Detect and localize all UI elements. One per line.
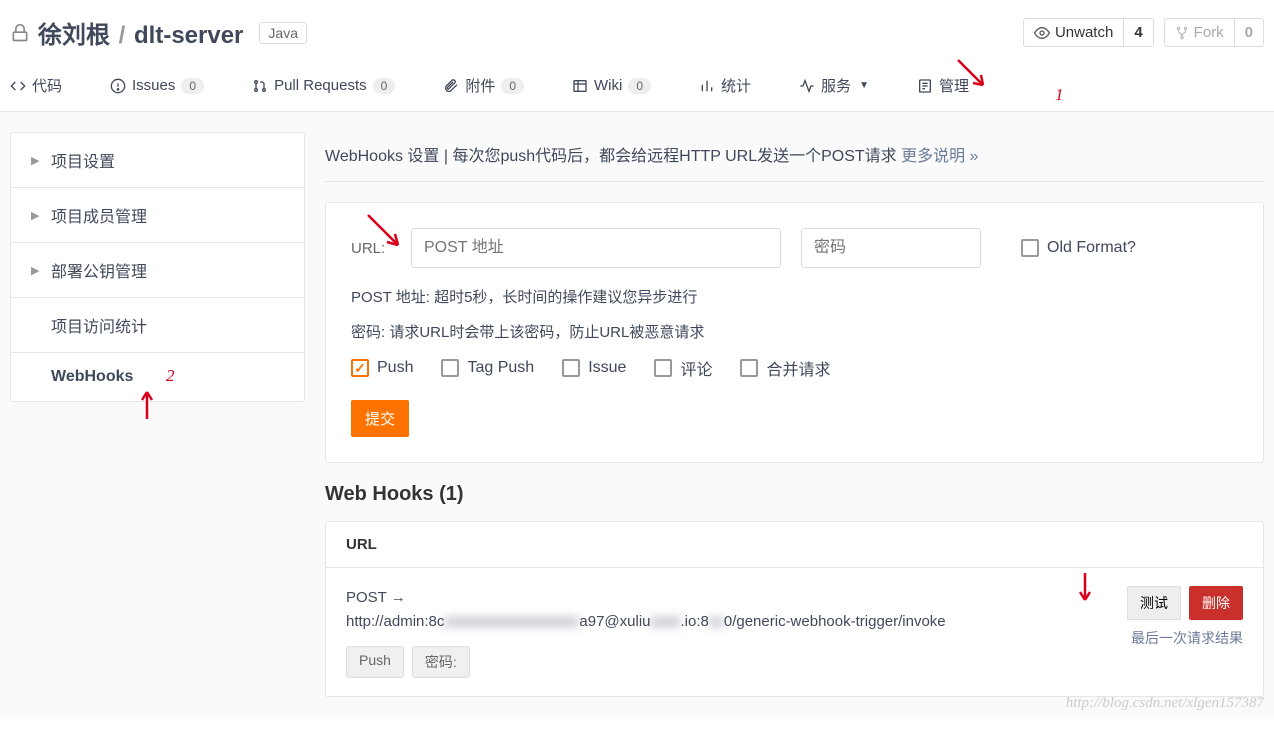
caret-right-icon: ▶ [31,154,41,167]
unwatch-button[interactable]: Unwatch 4 [1023,18,1154,47]
attach-count: 0 [501,78,524,94]
sidebar-item-project-settings[interactable]: ▶项目设置 [11,133,304,188]
code-icon [10,78,26,94]
caret-down-icon: ▼ [859,80,869,91]
wiki-icon [572,78,588,94]
checkbox-tag-push[interactable]: Tag Push [441,356,534,380]
help-pwd: 密码: 请求URL时会带上该密码，防止URL被恶意请求 [351,321,1238,342]
hook-tag-push: Push [346,646,404,678]
fork-count: 0 [1234,19,1263,46]
repo-name[interactable]: dlt-server [134,22,243,49]
last-result-link[interactable]: 最后一次请求结果 [1131,628,1243,648]
checkbox-comment[interactable]: 评论 [654,356,712,380]
page-header: WebHooks 设置 | 每次您push代码后，都会给远程HTTP URL发送… [325,132,1264,182]
stats-icon [699,78,715,94]
hook-tag-password: 密码: [412,646,470,678]
checkbox-icon [740,359,758,377]
checkbox-icon [1021,239,1039,257]
delete-button[interactable]: 删除 [1189,586,1243,620]
checkbox-mr[interactable]: 合并请求 [740,356,830,380]
checkbox-icon [351,359,369,377]
repo-owner[interactable]: 徐刘根 [38,22,110,49]
watch-count: 4 [1123,19,1152,46]
lock-icon [10,21,30,45]
submit-button[interactable]: 提交 [351,400,409,437]
tab-stats[interactable]: 统计 [699,75,751,96]
tab-manage[interactable]: 管理 [917,75,969,96]
repo-title-group: 徐刘根 / dlt-server Java [10,15,307,50]
old-format-checkbox[interactable]: Old Format? [1021,239,1136,257]
caret-right-icon: ▶ [31,209,41,222]
sidebar-item-members[interactable]: ▶项目成员管理 [11,188,304,243]
hooks-table: URL POST → http://admin:8cxxxxxxxxxxxxxx… [325,521,1264,697]
pr-count: 0 [373,78,396,94]
fork-button[interactable]: Fork 0 [1164,18,1264,47]
sidebar-item-webhooks[interactable]: WebHooks [11,353,304,401]
issues-count: 0 [181,78,204,94]
test-button[interactable]: 测试 [1127,586,1181,620]
watermark: http://blog.csdn.net/xlgen157387 [1066,695,1264,712]
nav-tabs: 代码 Issues 0 Pull Requests 0 附件 0 Wiki 0 … [0,60,1274,112]
url-input[interactable] [411,228,781,268]
webhook-form: URL: Old Format? POST 地址: 超时5秒，长时间的操作建议您… [325,202,1264,463]
checkbox-icon [441,359,459,377]
checkbox-icon [654,359,672,377]
fork-icon [1175,26,1189,40]
caret-right-icon: ▶ [31,264,41,277]
checkbox-icon [562,359,580,377]
more-info-link[interactable]: 更多说明 » [901,148,978,165]
tab-services[interactable]: 服务 ▼ [799,75,869,96]
pr-icon [252,78,268,94]
sidebar-item-deploy-keys[interactable]: ▶部署公钥管理 [11,243,304,298]
tab-code[interactable]: 代码 [10,75,62,96]
tab-pr[interactable]: Pull Requests 0 [252,75,395,96]
main-content: WebHooks 设置 | 每次您push代码后，都会给远程HTTP URL发送… [325,132,1264,697]
wiki-count: 0 [628,78,651,94]
repo-sep: / [119,22,126,49]
sidebar: ▶项目设置 ▶项目成员管理 ▶部署公钥管理 项目访问统计 WebHooks [10,132,305,402]
tab-attach[interactable]: 附件 0 [443,75,524,96]
pulse-icon [799,78,815,94]
hook-row: POST → http://admin:8cxxxxxxxxxxxxxxxxxx… [326,568,1263,696]
tab-issues[interactable]: Issues 0 [110,75,204,96]
checkbox-issue[interactable]: Issue [562,356,626,380]
help-post: POST 地址: 超时5秒，长时间的操作建议您异步进行 [351,286,1238,307]
password-input[interactable] [801,228,981,268]
manage-icon [917,78,933,94]
tab-wiki[interactable]: Wiki 0 [572,75,651,96]
eye-icon [1034,25,1050,41]
sidebar-item-access-stats[interactable]: 项目访问统计 [11,298,304,353]
issue-icon [110,78,126,94]
url-label: URL: [351,240,391,257]
checkbox-push[interactable]: Push [351,356,413,380]
attach-icon [443,78,459,94]
hook-url: POST → http://admin:8cxxxxxxxxxxxxxxxxxx… [346,586,1043,634]
hooks-list-title: Web Hooks (1) [325,483,1264,506]
repo-header: 徐刘根 / dlt-server Java Unwatch 4 Fork 0 [0,0,1274,60]
hooks-table-header: URL [326,522,1263,568]
language-badge: Java [259,22,307,44]
